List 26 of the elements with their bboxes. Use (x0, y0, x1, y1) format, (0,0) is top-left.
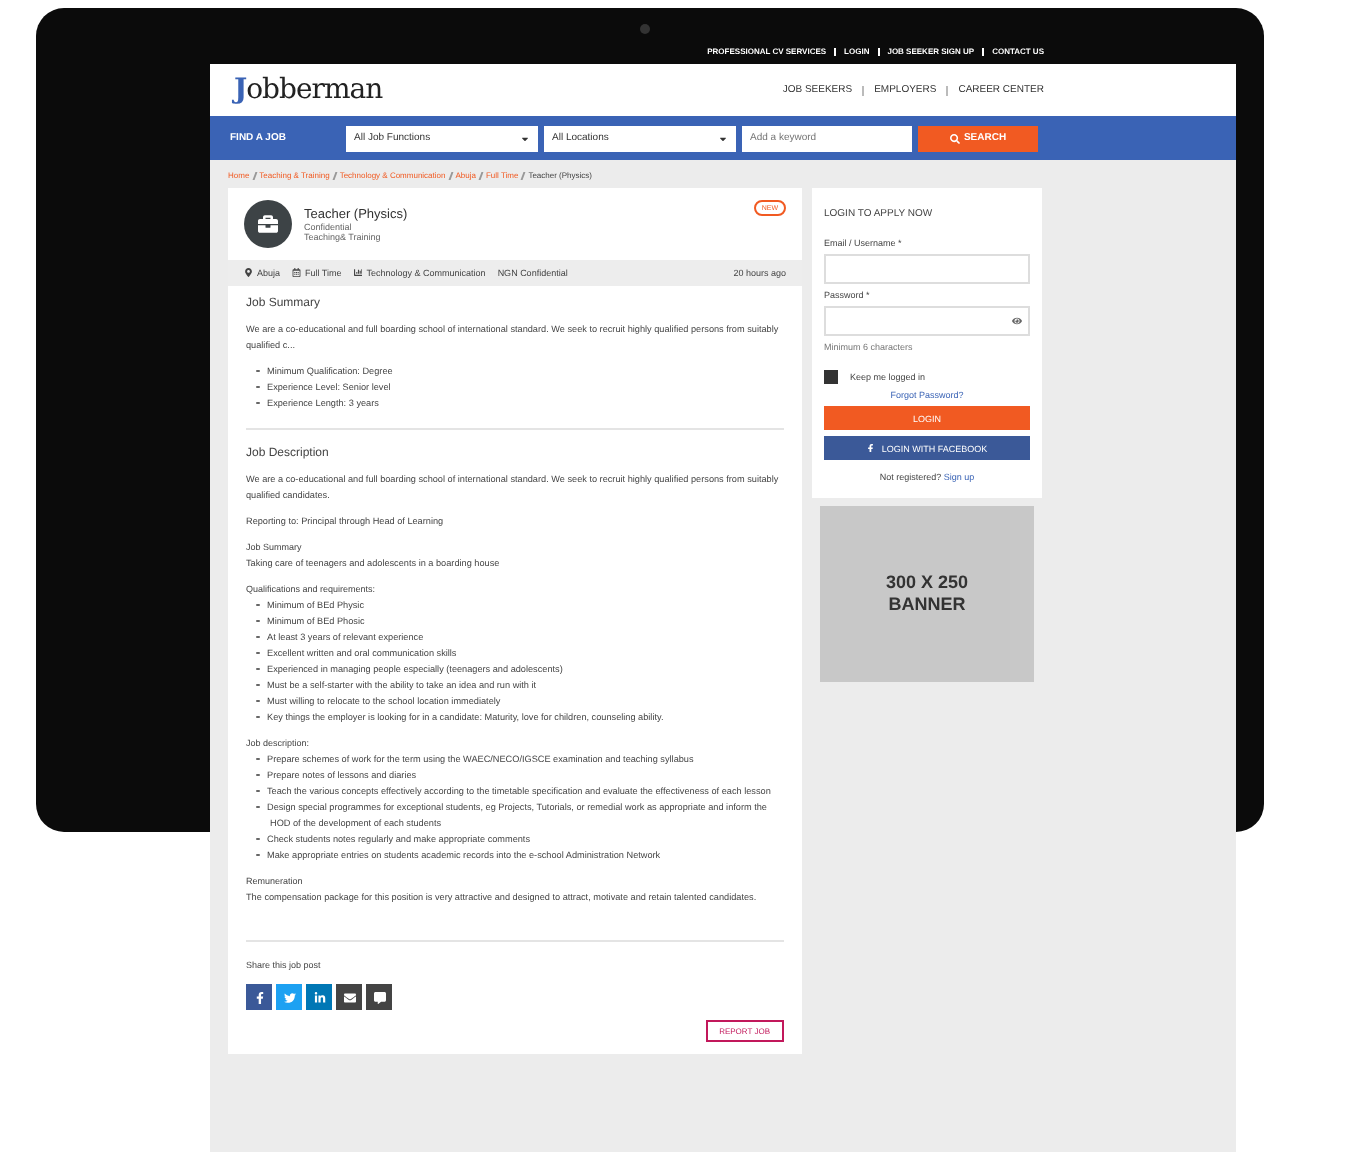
eye-icon (1012, 316, 1022, 326)
bar-chart-icon (353, 268, 363, 278)
remember-checkbox[interactable] (824, 370, 838, 384)
map-pin-icon (244, 268, 253, 278)
caret-icon (718, 133, 728, 143)
linkedin-share-button[interactable] (306, 984, 332, 1010)
message-share-button[interactable] (366, 984, 392, 1010)
envelope-share-button[interactable] (336, 984, 362, 1010)
facebook-icon (866, 443, 876, 453)
message-icon (373, 991, 385, 1003)
search-icon (949, 133, 960, 143)
banner-text: BANNER (888, 594, 966, 616)
envelope-icon (343, 991, 355, 1003)
password-field[interactable] (824, 306, 1030, 336)
site-logo[interactable]: Jobberman (234, 74, 383, 106)
caret-icon (520, 133, 530, 143)
facebook-icon (253, 991, 265, 1003)
twitter-icon (283, 991, 295, 1003)
camera-dot (640, 24, 650, 34)
banner-text: 300 X 250 (885, 572, 969, 594)
twitter-share-button[interactable] (276, 984, 302, 1010)
linkedin-icon (313, 991, 325, 1003)
facebook-share-button[interactable] (246, 984, 272, 1010)
briefcase-icon (258, 214, 278, 234)
calendar-icon (292, 268, 302, 278)
email-field[interactable] (824, 254, 1030, 284)
